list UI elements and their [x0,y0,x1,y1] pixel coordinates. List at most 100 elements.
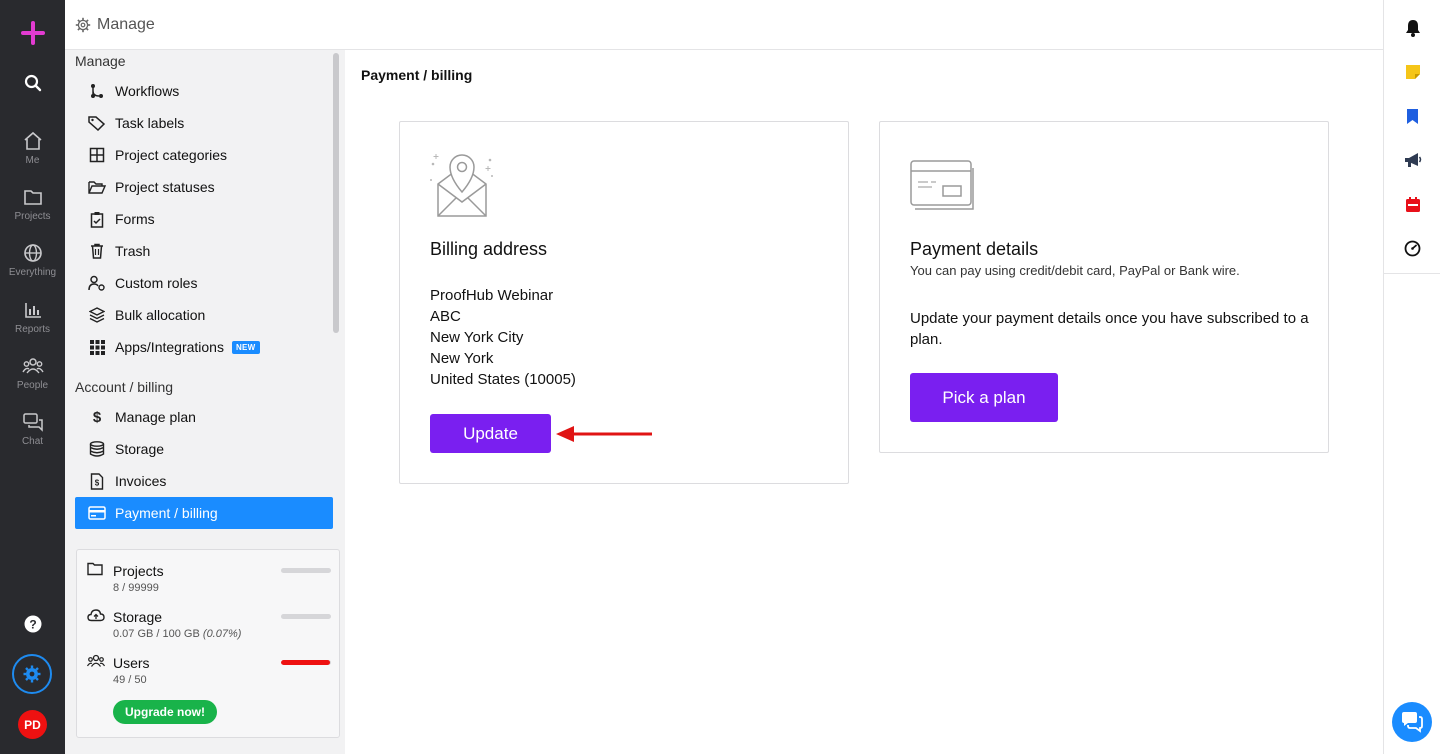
rail-label: People [16,380,49,391]
usage-bar [281,614,331,619]
add-plus-icon[interactable] [20,20,46,46]
rail-item-chat[interactable]: Chat [0,411,65,447]
sidebar-item-trash[interactable]: Trash [75,235,333,267]
usage-value: 8 / 99999 [113,582,159,594]
rail-item-people[interactable]: People [0,355,65,391]
search-icon [22,72,44,94]
address-line: New York [430,350,494,367]
help-button[interactable]: ? [0,613,65,635]
svg-text:?: ? [29,618,36,632]
sidebar-item-custom-roles[interactable]: Custom roles [75,267,333,299]
address-line: United States (10005) [430,371,576,388]
sidebar-item-project-statuses[interactable]: Project statuses [75,171,333,203]
card-icon [87,503,107,523]
sidebar-item-label: Payment / billing [115,505,218,521]
sidebar-scrollbar[interactable] [333,53,339,333]
sidebar-item-label: Project categories [115,147,228,163]
home-icon [22,130,44,152]
bar-chart-icon [22,299,44,321]
user-role-icon [87,273,107,293]
usage-panel: Projects 8 / 99999 Storage 0.07 GB / 100… [76,549,340,738]
svg-text:$: $ [93,409,102,425]
support-chat-button[interactable] [1392,702,1432,742]
rail-item-projects[interactable]: Projects [0,186,65,222]
invoice-icon: $ [87,471,107,491]
workflow-icon [87,81,107,101]
rail-label: Projects [14,211,51,222]
usage-value: 0.07 GB / 100 GB (0.07%) [113,628,241,640]
update-button[interactable]: Update [430,414,551,453]
sidebar-item-project-categories[interactable]: Project categories [75,139,333,171]
sidebar-item-payment-billing[interactable]: Payment / billing [75,497,333,529]
sidebar-item-label: Workflows [115,83,180,99]
bookmarks-button[interactable] [1384,104,1440,128]
rail-item-reports[interactable]: Reports [0,299,65,335]
chat-icon [22,411,44,433]
sidebar-item-workflows[interactable]: Workflows [75,75,333,107]
calendar-button[interactable] [1384,192,1440,216]
announcements-button[interactable] [1384,148,1440,172]
usage-bar [281,660,331,665]
timer-button[interactable] [1384,236,1440,260]
sidebar-item-task-labels[interactable]: Task labels [75,107,333,139]
database-icon [87,439,107,459]
gear-icon [75,17,91,32]
address-line: ProofHub Webinar [430,287,554,304]
clipboard-icon [87,209,107,229]
sidebar-item-label: Forms [115,211,155,227]
sidebar-item-label: Custom roles [115,275,198,291]
tag-icon [87,113,107,133]
rail-label: Chat [21,436,44,447]
folder-open-icon [87,177,107,197]
right-rail-divider [1384,273,1440,274]
new-badge: NEW [231,340,260,354]
section-title-manage: Manage [75,53,126,69]
svg-text:$: $ [95,478,100,487]
sidebar-item-label: Invoices [115,473,167,489]
globe-icon [22,242,44,264]
right-rail [1383,0,1440,754]
avatar[interactable]: PD [18,710,47,739]
payment-details-subtitle: You can pay using credit/debit card, Pay… [910,263,1240,278]
sidebar-item-forms[interactable]: Forms [75,203,333,235]
bookmark-icon [1407,108,1418,124]
pick-a-plan-button[interactable]: Pick a plan [910,373,1058,422]
usage-label: Users [113,655,150,671]
usage-label: Storage [113,609,163,625]
people-icon [21,355,44,377]
sidebar-item-invoices[interactable]: $ Invoices [75,465,333,497]
sidebar-item-label: Storage [115,441,165,457]
sidebar-item-label: Trash [115,243,151,259]
breadcrumb: Payment / billing [361,67,473,83]
search-button[interactable] [0,72,65,94]
notes-button[interactable] [1384,60,1440,84]
usage-bar-fill [281,660,330,665]
rail-item-me[interactable]: Me [0,130,65,166]
gear-icon [23,665,41,683]
top-bar: Manage [65,0,1383,50]
layers-icon [87,305,107,325]
sidebar-item-bulk-allocation[interactable]: Bulk allocation [75,299,333,331]
sidebar-item-label: Project statuses [115,179,215,195]
upgrade-now-button[interactable]: Upgrade now! [113,700,217,724]
rail-label: Me [25,155,40,166]
section-title-account-billing: Account / billing [75,379,174,395]
rail-label: Reports [14,324,50,335]
billing-address-card: Billing address ProofHub Webinar ABC New… [399,121,849,484]
help-icon: ? [22,613,44,635]
sidebar-item-storage[interactable]: Storage [75,433,333,465]
payment-details-text: Update your payment details once you hav… [910,310,1309,348]
sticky-note-icon [1405,65,1420,79]
sidebar-item-manage-plan[interactable]: $ Manage plan [75,401,333,433]
settings-button[interactable] [12,654,52,694]
sidebar-item-label: Apps/Integrations [115,339,224,355]
page-title: Manage [97,15,155,33]
calendar-icon [1405,196,1420,212]
dollar-icon: $ [87,407,107,427]
sidebar-item-apps-integrations[interactable]: Apps/Integrations NEW [75,331,333,363]
rail-label: Everything [8,267,57,278]
notifications-button[interactable] [1384,16,1440,40]
credit-card-icon [910,160,974,210]
cloud-upload-icon [87,608,105,626]
rail-item-everything[interactable]: Everything [0,242,65,278]
